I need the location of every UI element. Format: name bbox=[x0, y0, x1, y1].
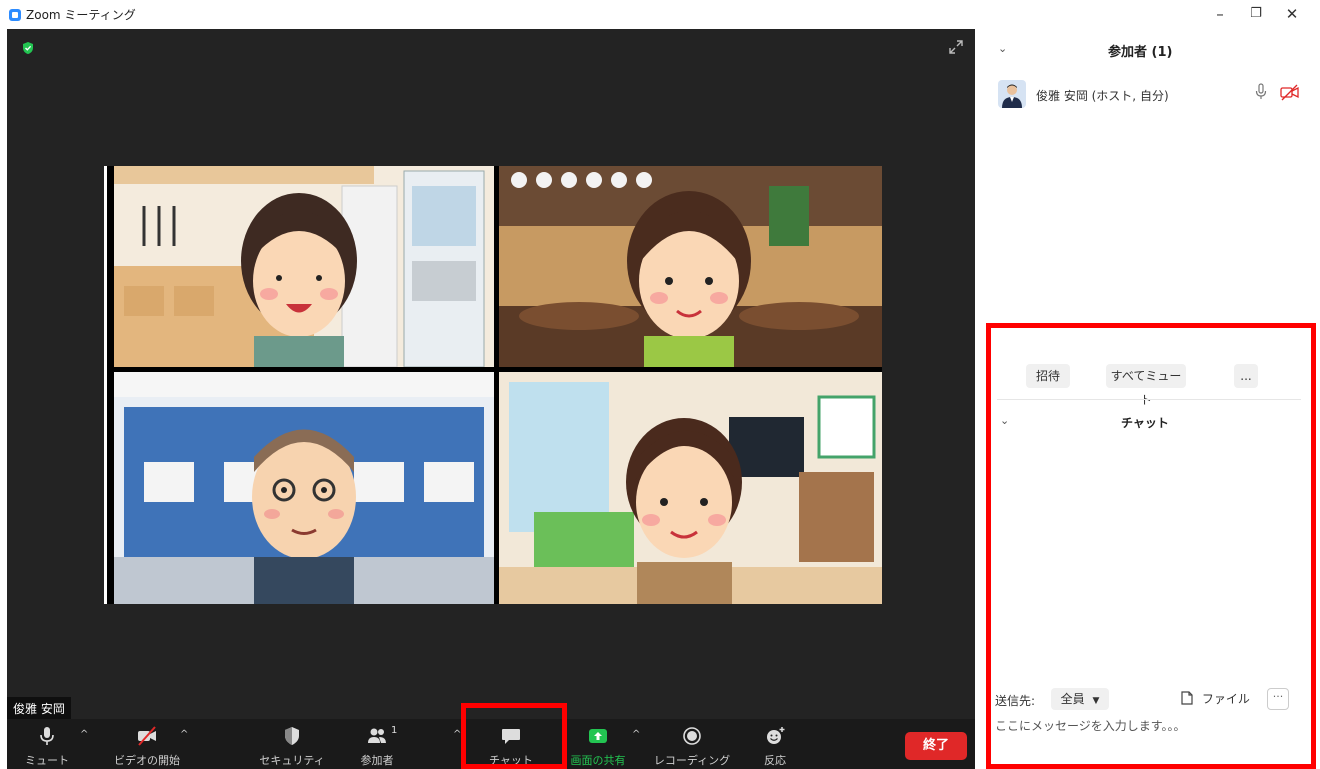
file-button[interactable]: ファイル bbox=[1181, 690, 1250, 707]
title-bar: Zoom ミーティング – ❐ ✕ bbox=[0, 0, 1320, 30]
share-options-caret-icon[interactable]: ^ bbox=[632, 729, 640, 740]
reactions-button[interactable]: 反応 bbox=[753, 719, 797, 769]
more-options-button[interactable]: ... bbox=[1234, 364, 1258, 388]
fullscreen-icon[interactable] bbox=[947, 38, 965, 56]
close-button[interactable]: ✕ bbox=[1277, 3, 1307, 25]
chat-panel-title: チャット bbox=[1121, 416, 1169, 430]
mute-options-caret-icon[interactable]: ^ bbox=[80, 729, 88, 740]
shield-icon bbox=[285, 727, 299, 745]
security-label: セキュリティ bbox=[259, 754, 325, 767]
record-label: レコーディング bbox=[653, 754, 731, 767]
collapse-participants-icon[interactable]: ⌄ bbox=[998, 42, 1007, 55]
microphone-icon bbox=[40, 727, 54, 745]
mute-button[interactable]: ミュート bbox=[21, 719, 73, 769]
video-tile[interactable] bbox=[499, 372, 882, 604]
self-name-label: 俊雅 安岡 bbox=[7, 697, 71, 720]
record-icon bbox=[683, 727, 701, 745]
participants-button[interactable]: 1 参加者 bbox=[347, 719, 407, 769]
gallery-view bbox=[104, 166, 882, 604]
chat-more-button[interactable]: ··· bbox=[1267, 688, 1289, 710]
share-screen-label: 画面の共有 bbox=[570, 754, 626, 767]
participant-video bbox=[114, 372, 494, 604]
chat-message-input[interactable]: ここにメッセージを入力します。。。 bbox=[995, 717, 1186, 734]
mute-all-button[interactable]: すべてミュート bbox=[1106, 364, 1186, 407]
video-tile[interactable] bbox=[114, 166, 494, 367]
mute-label: ミュート bbox=[25, 754, 69, 767]
restore-button[interactable]: ❐ bbox=[1241, 3, 1271, 25]
participant-video bbox=[499, 166, 882, 367]
participants-options-caret-icon[interactable]: ^ bbox=[453, 729, 461, 740]
video-options-caret-icon[interactable]: ^ bbox=[180, 729, 188, 740]
participants-count: 1 bbox=[391, 725, 398, 736]
avatar bbox=[998, 80, 1026, 108]
chat-button[interactable]: チャット bbox=[481, 719, 541, 769]
video-tile[interactable] bbox=[114, 372, 494, 604]
zoom-logo-icon bbox=[9, 9, 21, 21]
end-meeting-button[interactable]: 終了 bbox=[905, 732, 967, 760]
video-area: 俊雅 安岡 bbox=[7, 29, 975, 720]
send-to-dropdown[interactable]: 全員 ▼ bbox=[1051, 688, 1109, 710]
start-video-label: ビデオの開始 bbox=[114, 754, 180, 767]
minimize-button[interactable]: – bbox=[1205, 3, 1235, 25]
participants-panel-title: 参加者 (1) bbox=[1108, 45, 1173, 60]
participants-icon bbox=[368, 728, 386, 743]
start-video-button[interactable]: ビデオの開始 bbox=[107, 719, 187, 769]
window-title: Zoom ミーティング bbox=[26, 8, 136, 22]
file-label: ファイル bbox=[1201, 692, 1250, 706]
chat-label: チャット bbox=[489, 754, 533, 767]
video-off-icon bbox=[138, 726, 156, 746]
participant-name: 俊雅 安岡 (ホスト, 自分) bbox=[1036, 89, 1169, 103]
participants-label: 参加者 bbox=[360, 754, 394, 767]
chat-bubble-icon bbox=[502, 729, 520, 744]
encryption-shield-icon[interactable] bbox=[21, 41, 35, 55]
file-icon bbox=[1181, 691, 1193, 705]
share-screen-button[interactable]: 画面の共有 bbox=[563, 719, 633, 769]
share-screen-icon bbox=[589, 729, 607, 743]
participant-video bbox=[499, 372, 882, 604]
send-to-row: 送信先: 全員 ▼ ファイル ··· bbox=[995, 688, 1301, 712]
reaction-emoji-icon bbox=[767, 727, 785, 744]
video-off-icon[interactable] bbox=[1280, 83, 1300, 101]
participant-video bbox=[114, 166, 494, 367]
participant-row[interactable]: 俊雅 安岡 (ホスト, 自分) bbox=[998, 80, 1300, 110]
security-button[interactable]: セキュリティ bbox=[257, 719, 327, 769]
chat-panel: 招待 すべてミュート ... ⌄ チャット 送信先: 全員 ▼ ファイル ···… bbox=[986, 323, 1316, 769]
chevron-down-icon: ▼ bbox=[1092, 696, 1100, 706]
divider bbox=[997, 399, 1301, 400]
send-to-label: 送信先: bbox=[995, 694, 1036, 708]
record-button[interactable]: レコーディング bbox=[652, 719, 732, 769]
meeting-toolbar: ミュート ^ ビデオの開始 ^ セキュリティ 1 参加者 ^ チャット 画面の共… bbox=[7, 719, 975, 769]
send-to-value: 全員 bbox=[1060, 692, 1085, 706]
video-tile[interactable] bbox=[499, 166, 882, 367]
invite-button[interactable]: 招待 bbox=[1026, 364, 1070, 388]
reactions-label: 反応 bbox=[764, 754, 786, 767]
microphone-icon[interactable] bbox=[1254, 83, 1268, 101]
collapse-chat-icon[interactable]: ⌄ bbox=[1000, 414, 1009, 427]
